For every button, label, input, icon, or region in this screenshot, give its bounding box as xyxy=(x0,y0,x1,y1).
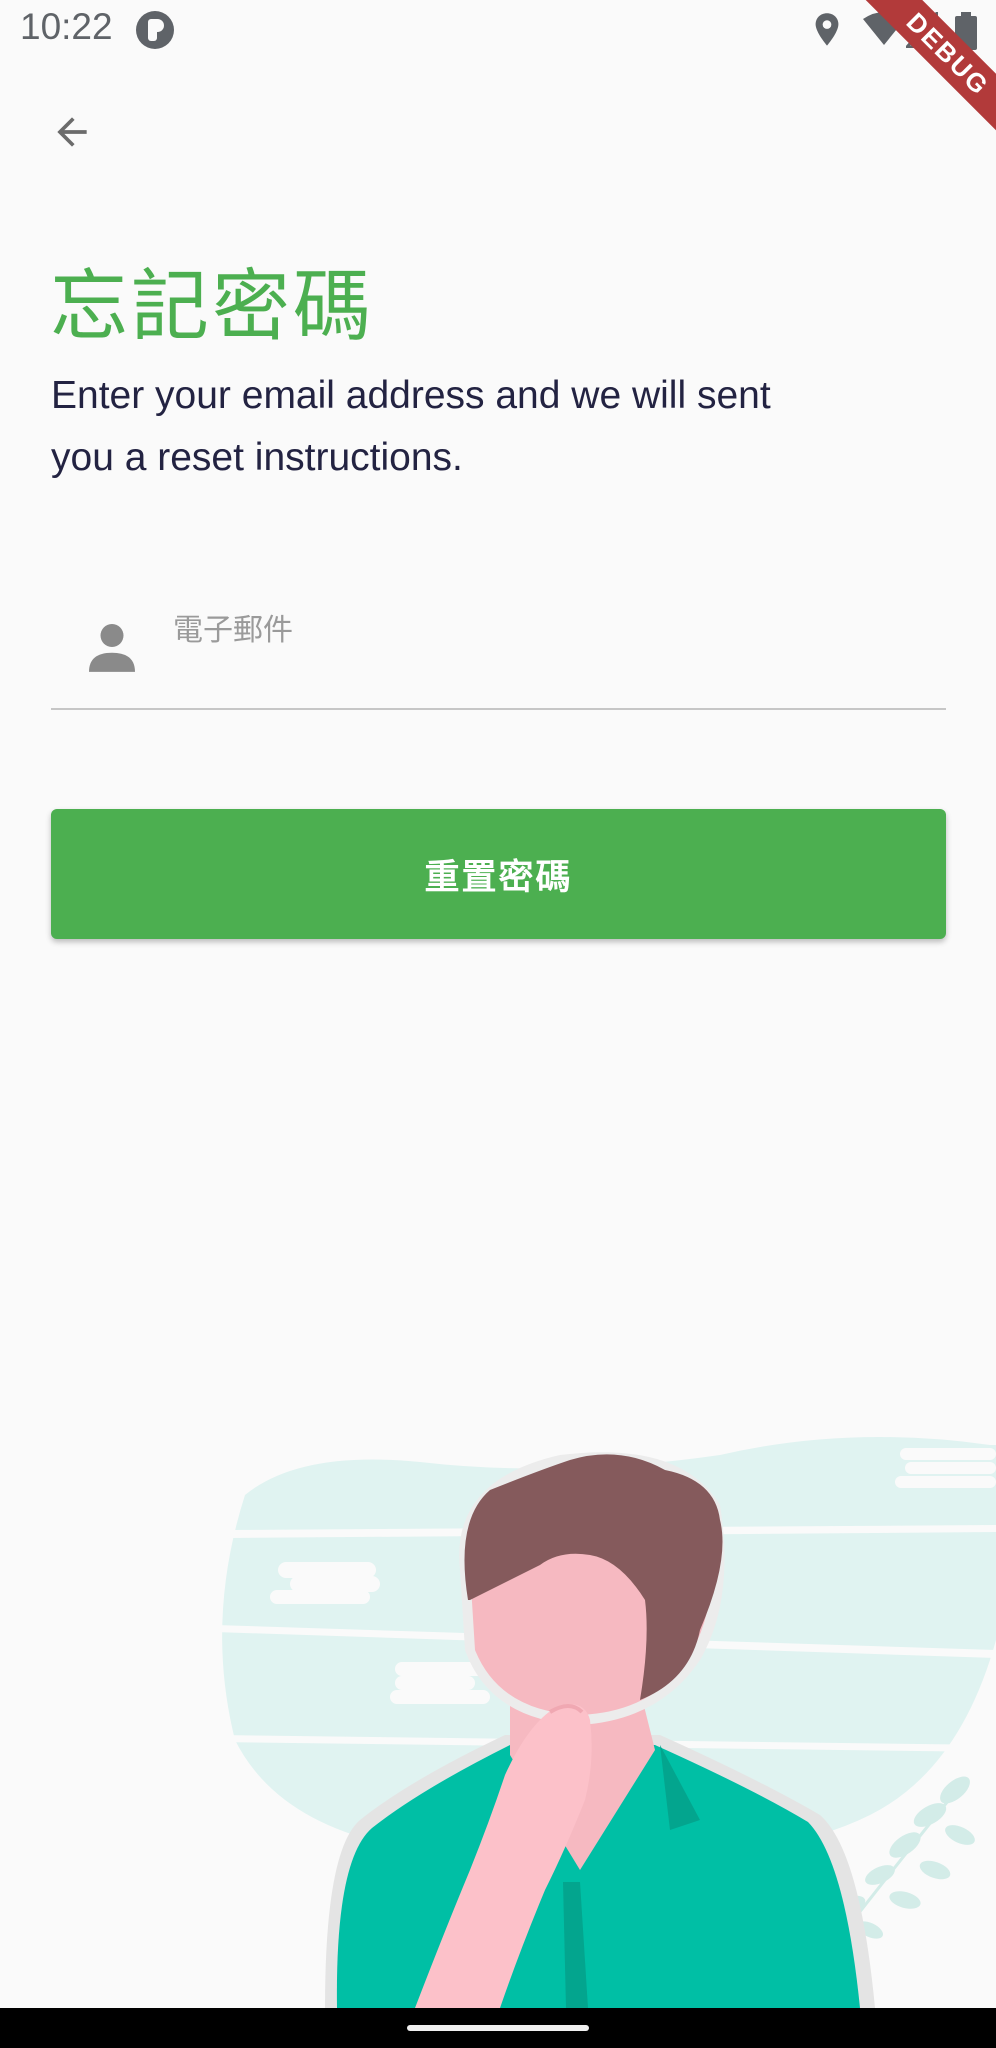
location-icon xyxy=(815,13,839,46)
system-navigation-bar xyxy=(0,2008,996,2048)
page-subtitle: Enter your email address and we will sen… xyxy=(51,374,771,479)
arrow-back-icon xyxy=(57,117,87,147)
home-gesture-handle[interactable] xyxy=(407,2025,589,2031)
reset-password-button[interactable]: 重置密碼 xyxy=(51,809,946,939)
email-input[interactable] xyxy=(173,590,933,670)
page-title: 忘記密碼 xyxy=(50,262,375,352)
thinking-person-illustration xyxy=(215,1437,996,2008)
back-button[interactable] xyxy=(40,100,104,164)
status-time: 10:22 xyxy=(20,6,113,47)
app-notification-icon xyxy=(136,11,174,49)
email-field[interactable] xyxy=(51,590,946,710)
person-icon xyxy=(89,624,135,672)
